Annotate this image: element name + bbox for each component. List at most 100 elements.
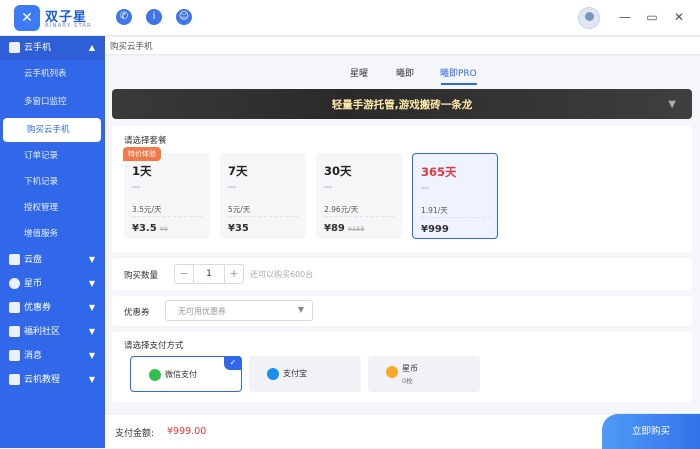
package-days: 365天 bbox=[421, 165, 457, 179]
app-logo: ✕ bbox=[14, 5, 40, 31]
breadcrumb-bar: 购买云手机 bbox=[105, 37, 700, 55]
buy-now-button[interactable]: 立即购买 bbox=[602, 414, 700, 449]
gift-icon bbox=[9, 326, 20, 337]
package-option-30-days[interactable]: 30天 2.96元/天 ¥89 ¥168 bbox=[316, 153, 402, 239]
package-option-1-day[interactable]: 1天 3.5元/天 ¥3.5 ¥9 bbox=[124, 153, 210, 239]
chevron-down-icon[interactable]: ▼ bbox=[668, 99, 676, 110]
sidebar-section-label: 云盘 bbox=[24, 255, 43, 265]
payment-option-wechat[interactable]: 微信支付 ✓ bbox=[130, 356, 242, 392]
tab-xingyao[interactable]: 星曜 bbox=[350, 66, 368, 79]
payment-option-coins[interactable]: 星币 0枚 bbox=[368, 356, 480, 392]
promo-banner[interactable]: 轻量手游托管,游戏搬砖一条龙 ▼ bbox=[112, 89, 692, 119]
coupon-select-value: 无可用优惠券 bbox=[178, 307, 226, 316]
sidebar-item-phone-list[interactable]: 云手机列表 bbox=[0, 62, 105, 86]
package-option-7-days[interactable]: 7天 5元/天 ¥35 bbox=[220, 153, 306, 239]
sidebar-item-buy-phone[interactable]: 购买云手机 bbox=[3, 118, 101, 142]
payment-amount-label: 支付金额: bbox=[115, 429, 155, 439]
dashed-divider bbox=[132, 216, 202, 217]
sidebar-section-cloud-phone[interactable]: 云手机 ▲ bbox=[0, 36, 105, 60]
wechat-icon bbox=[149, 369, 161, 381]
active-tab-indicator bbox=[441, 83, 477, 85]
package-section-title: 请选择套餐 bbox=[124, 136, 167, 146]
coupon-icon bbox=[9, 302, 20, 313]
sidebar-section-messages[interactable]: 消息 ▼ bbox=[0, 344, 105, 368]
sidebar-item-offline-records[interactable]: 下机记录 bbox=[0, 170, 105, 194]
service-icon[interactable]: ☺ bbox=[176, 9, 192, 25]
coupon-select[interactable]: 无可用优惠券 ▼ bbox=[165, 300, 313, 321]
package-daily-price: 2.96元/天 bbox=[324, 205, 359, 214]
quantity-stepper: − 1 + bbox=[174, 264, 244, 284]
payment-label: 支付宝 bbox=[283, 369, 307, 378]
package-total-value: ¥35 bbox=[228, 223, 249, 234]
promo-tag: 特价体验 bbox=[123, 147, 161, 161]
package-total: ¥999 bbox=[421, 224, 449, 235]
package-original-price: ¥168 bbox=[347, 225, 365, 233]
dashed-divider bbox=[421, 217, 491, 218]
tutorial-icon bbox=[9, 374, 20, 385]
top-bar: ✕ 双子星 BINARY STAR ✆ i ☺ — ▭ ✕ bbox=[0, 0, 700, 36]
breadcrumb: 购买云手机 bbox=[110, 42, 153, 52]
dashed-divider bbox=[228, 216, 298, 217]
package-days: 7天 bbox=[228, 164, 248, 178]
chevron-down-icon: ▼ bbox=[297, 305, 304, 314]
package-days: 30天 bbox=[324, 164, 352, 178]
quantity-hint: 还可以购买600台 bbox=[250, 270, 314, 279]
quantity-card: 购买数量 − 1 + 还可以购买600台 bbox=[112, 258, 692, 290]
package-total: ¥35 bbox=[228, 223, 249, 234]
minimize-button[interactable]: — bbox=[618, 10, 632, 24]
sidebar-item-value-added[interactable]: 增值服务 bbox=[0, 222, 105, 246]
chevron-down-icon: ▼ bbox=[88, 351, 95, 360]
package-divider bbox=[228, 186, 236, 188]
sidebar-item-authorization[interactable]: 授权管理 bbox=[0, 196, 105, 220]
sidebar-section-label: 云机教程 bbox=[24, 375, 61, 385]
info-icon[interactable]: i bbox=[146, 9, 162, 25]
chevron-down-icon: ▼ bbox=[88, 255, 95, 264]
phone-icon[interactable]: ✆ bbox=[116, 9, 132, 25]
payment-option-alipay[interactable]: 支付宝 bbox=[249, 356, 361, 392]
package-total: ¥3.5 ¥9 bbox=[132, 223, 168, 234]
chevron-down-icon: ▼ bbox=[88, 327, 95, 336]
package-total: ¥89 ¥168 bbox=[324, 223, 364, 234]
package-daily-price: 1.91/天 bbox=[421, 206, 448, 215]
payment-amount: ¥999.00 bbox=[167, 426, 207, 437]
tab-xiji[interactable]: 曦即 bbox=[396, 66, 414, 79]
main-panel: 星曜 曦即 曦即PRO 轻量手游托管,游戏搬砖一条龙 ▼ 请选择套餐 1天 3.… bbox=[105, 56, 700, 448]
tab-xiji-pro[interactable]: 曦即PRO bbox=[440, 66, 477, 79]
close-button[interactable]: ✕ bbox=[672, 10, 686, 24]
sidebar-section-cloud-disk[interactable]: 云盘 ▼ bbox=[0, 248, 105, 272]
payment-label: 星币 bbox=[402, 364, 418, 373]
sidebar-section-tutorial[interactable]: 云机教程 ▼ bbox=[0, 368, 105, 392]
sidebar-section-label: 福利社区 bbox=[24, 327, 61, 337]
sidebar-section-coupons[interactable]: 优惠券 ▼ bbox=[0, 296, 105, 320]
alipay-icon bbox=[267, 368, 279, 380]
package-total-value: ¥89 bbox=[324, 223, 345, 234]
coupon-card: 优惠券 无可用优惠券 ▼ bbox=[112, 296, 692, 326]
coin-balance: 0枚 bbox=[402, 377, 413, 385]
sidebar-section-label: 消息 bbox=[24, 351, 43, 361]
increment-button[interactable]: + bbox=[225, 265, 243, 283]
maximize-button[interactable]: ▭ bbox=[645, 10, 659, 24]
coin-icon bbox=[386, 366, 398, 378]
check-icon: ✓ bbox=[224, 356, 242, 370]
brand-subtitle: BINARY STAR bbox=[45, 23, 92, 29]
package-divider bbox=[421, 187, 429, 189]
package-divider bbox=[132, 186, 140, 188]
sidebar-section-label: 云手机 bbox=[24, 43, 52, 53]
checkout-footer: 支付金额: ¥999.00 立即购买 bbox=[105, 413, 700, 449]
chevron-up-icon: ▲ bbox=[88, 43, 95, 52]
sidebar-section-coins[interactable]: 星币 ▼ bbox=[0, 272, 105, 296]
sidebar-item-multi-window[interactable]: 多窗口监控 bbox=[0, 90, 105, 114]
sidebar: 云手机 ▲ 云手机列表 多窗口监控 购买云手机 订单记录 下机记录 授权管理 增… bbox=[0, 36, 105, 448]
sidebar-section-community[interactable]: 福利社区 ▼ bbox=[0, 320, 105, 344]
coin-icon bbox=[9, 278, 20, 289]
avatar[interactable] bbox=[578, 7, 600, 29]
quantity-input[interactable]: 1 bbox=[193, 265, 225, 283]
sidebar-section-label: 优惠券 bbox=[24, 303, 52, 313]
phone-icon bbox=[9, 42, 20, 53]
sidebar-item-orders[interactable]: 订单记录 bbox=[0, 144, 105, 168]
message-icon bbox=[9, 350, 20, 361]
payment-section-title: 请选择支付方式 bbox=[124, 341, 184, 351]
package-divider bbox=[324, 186, 332, 188]
decrement-button[interactable]: − bbox=[175, 265, 193, 283]
package-option-365-days[interactable]: 365天 1.91/天 ¥999 bbox=[412, 153, 498, 239]
